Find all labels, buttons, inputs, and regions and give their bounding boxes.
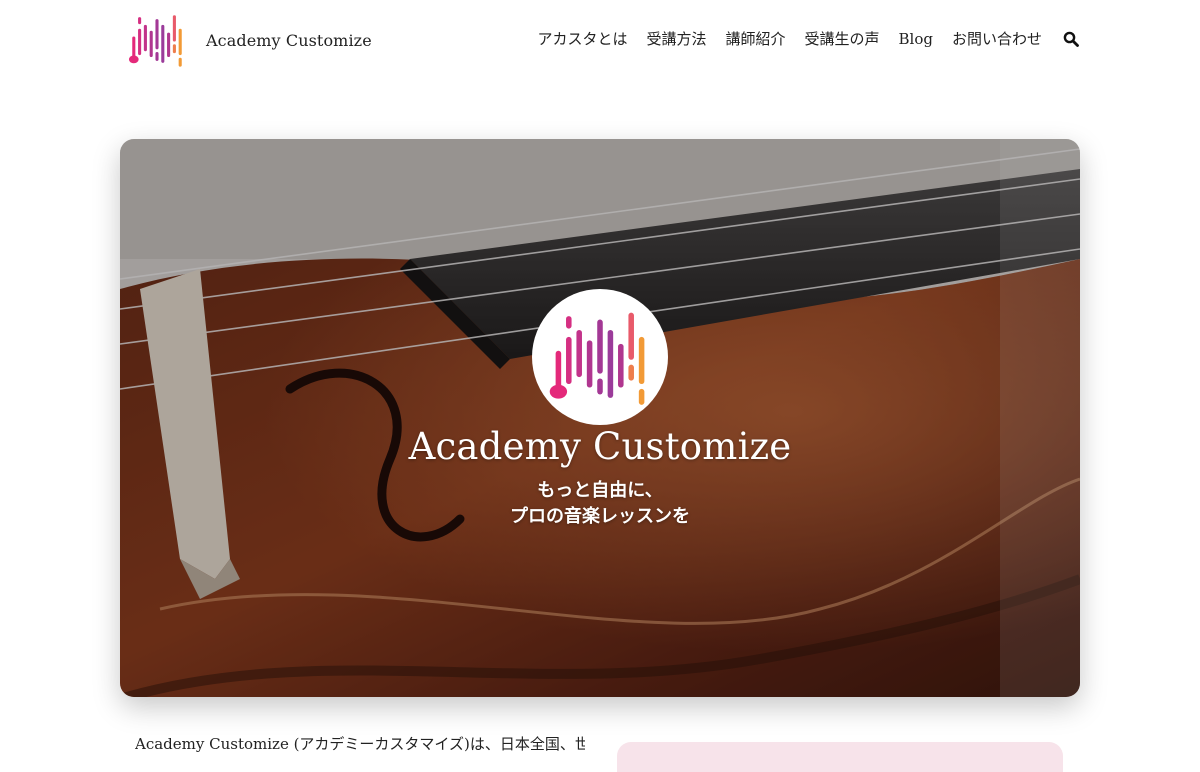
site-header: Academy Customize アカスタとは 受講方法 講師紹介 受講生の声… bbox=[0, 0, 1200, 80]
search-icon[interactable] bbox=[1062, 30, 1080, 48]
nav-item-contact[interactable]: お問い合わせ bbox=[952, 27, 1042, 51]
intro-text: Academy Customize (アカデミーカスタマイズ)は、日本全国、世 bbox=[135, 735, 585, 753]
hero-title: Academy Customize bbox=[408, 425, 792, 468]
hero-tagline-line-2: プロの音楽レッスンを bbox=[510, 506, 690, 527]
side-panel bbox=[617, 742, 1063, 772]
brand-link[interactable]: Academy Customize bbox=[128, 11, 372, 69]
hero-banner: Academy Customize もっと自由に、 プロの音楽レッスンを bbox=[120, 139, 1080, 697]
hero-tagline: もっと自由に、 プロの音楽レッスンを bbox=[120, 478, 1080, 530]
nav-item-blog[interactable]: Blog bbox=[899, 27, 933, 51]
hero-tagline-line-1: もっと自由に、 bbox=[537, 480, 663, 501]
main-nav: アカスタとは 受講方法 講師紹介 受講生の声 Blog お問い合わせ bbox=[537, 27, 1080, 51]
nav-item-testimonials[interactable]: 受講生の声 bbox=[805, 27, 880, 51]
logo-icon bbox=[549, 312, 645, 405]
logo-icon bbox=[128, 15, 182, 67]
nav-item-instructors[interactable]: 講師紹介 bbox=[726, 27, 786, 51]
nav-item-about[interactable]: アカスタとは bbox=[537, 27, 627, 51]
nav-item-how-to-enroll[interactable]: 受講方法 bbox=[646, 27, 706, 51]
brand-name: Academy Customize bbox=[206, 30, 372, 50]
hero-logo-badge bbox=[532, 289, 668, 425]
